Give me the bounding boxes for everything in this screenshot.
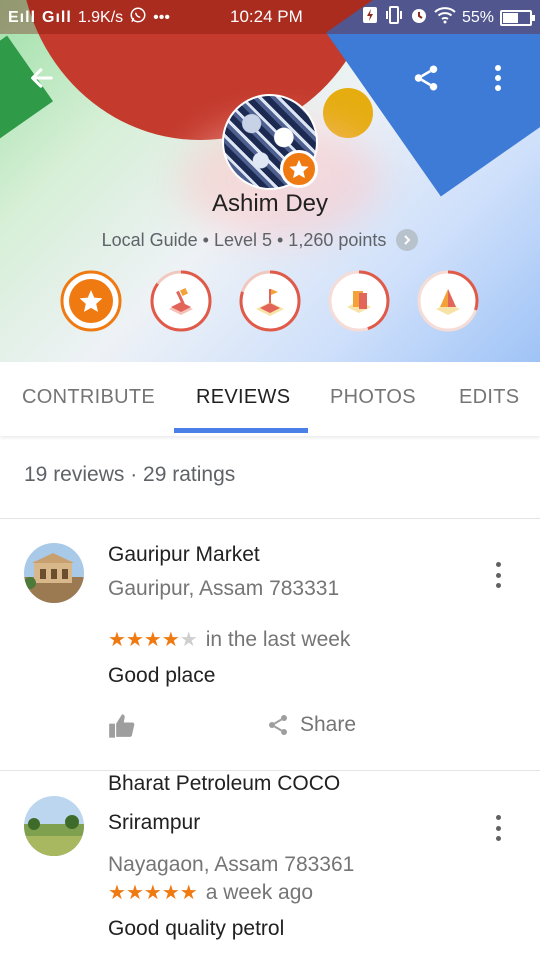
- more-vert-icon: [495, 65, 501, 91]
- tab-contribute[interactable]: CONTRIBUTE: [22, 386, 155, 409]
- star-icon: ★: [161, 882, 180, 904]
- review-text: Good quality petrol: [108, 917, 285, 940]
- star-icon: ★: [179, 882, 198, 904]
- star-icon: ★: [125, 629, 144, 651]
- star-empty-icon: ★: [179, 629, 198, 651]
- flash-icon: [362, 6, 378, 29]
- review-place-name-line2[interactable]: Srirampur: [108, 811, 200, 835]
- arrow-left-icon: [31, 68, 53, 88]
- badge-progress-ring: [60, 270, 122, 332]
- photos-badge[interactable]: [239, 270, 301, 332]
- review-place-address: Nayagaon, Assam 783361: [108, 853, 355, 876]
- review-place-name[interactable]: Gauripur Market: [108, 543, 260, 567]
- badge-progress-ring: [150, 270, 212, 332]
- share-label: Share: [300, 713, 357, 736]
- share-button[interactable]: [406, 58, 446, 98]
- star-icon: ★: [143, 629, 162, 651]
- badge-progress-ring: [239, 270, 301, 332]
- reviews-badge[interactable]: [150, 270, 212, 332]
- tab-reviews[interactable]: REVIEWS: [196, 386, 290, 409]
- local-guide-info: Local Guide • Level 5 • 1,260 points: [101, 229, 387, 250]
- back-button[interactable]: [22, 58, 62, 98]
- star-badge[interactable]: [60, 270, 122, 332]
- review-time: in the last week: [205, 627, 351, 651]
- star-icon: ★: [125, 882, 144, 904]
- clock: 10:24 PM: [230, 7, 303, 26]
- wifi-icon: [434, 6, 456, 29]
- review-place-address: Gauripur, Assam 783331: [108, 577, 340, 600]
- place-thumbnail[interactable]: [24, 796, 84, 856]
- badge-progress-ring: [328, 270, 390, 332]
- tab-edits[interactable]: EDITS: [459, 386, 519, 409]
- more-options-button[interactable]: [478, 58, 518, 98]
- share-icon: [414, 65, 438, 91]
- alarm-icon: [410, 6, 428, 29]
- review-more-button[interactable]: [488, 815, 508, 841]
- review-share-button[interactable]: Share: [266, 713, 356, 737]
- review-rating: ★ ★ ★ ★ ★ in the last week: [108, 627, 350, 652]
- review-rating: ★ ★ ★ ★ ★ a week ago: [108, 880, 313, 905]
- like-button[interactable]: [108, 713, 136, 744]
- place-thumbnail[interactable]: [24, 543, 84, 603]
- battery-icon: [500, 9, 535, 26]
- active-tab-indicator: [174, 428, 308, 433]
- vibrate-icon: [384, 6, 404, 29]
- badge-progress-ring: [417, 270, 479, 332]
- local-guide-badge-icon: [280, 150, 318, 188]
- divider: [0, 518, 540, 519]
- profile-name: Ashim Dey: [211, 190, 329, 217]
- edits-badge[interactable]: [328, 270, 390, 332]
- signal-1: Eıll: [8, 8, 37, 26]
- star-icon: ★: [143, 882, 162, 904]
- profile-subtitle[interactable]: Local Guide • Level 5 • 1,260 points: [0, 229, 520, 251]
- places-badge[interactable]: [417, 270, 479, 332]
- signal-2: Gıll: [42, 8, 72, 26]
- thumb-up-icon: [109, 714, 135, 738]
- share-icon: [269, 715, 287, 735]
- star-icon: ★: [108, 629, 126, 651]
- status-bar: Eıll Gıll 1.9K/s ••• 10:24 PM 55%: [0, 0, 540, 34]
- whatsapp-icon: [129, 6, 147, 29]
- divider: [0, 770, 540, 771]
- star-icon: ★: [108, 882, 126, 904]
- review-place-name[interactable]: Bharat Petroleum COCO: [108, 772, 340, 796]
- network-speed: 1.9K/s: [77, 8, 124, 26]
- review-time: a week ago: [205, 880, 314, 904]
- chevron-right-icon[interactable]: [396, 229, 419, 251]
- star-icon: ★: [161, 629, 180, 651]
- review-more-button[interactable]: [488, 562, 508, 588]
- battery-percent: 55%: [461, 8, 494, 26]
- review-text: Good place: [108, 664, 216, 687]
- header-art-green: [0, 35, 53, 165]
- reviews-summary: 19 reviews · 29 ratings: [24, 463, 236, 486]
- tab-photos[interactable]: PHOTOS: [330, 386, 416, 409]
- more-notifications-icon: •••: [153, 8, 170, 26]
